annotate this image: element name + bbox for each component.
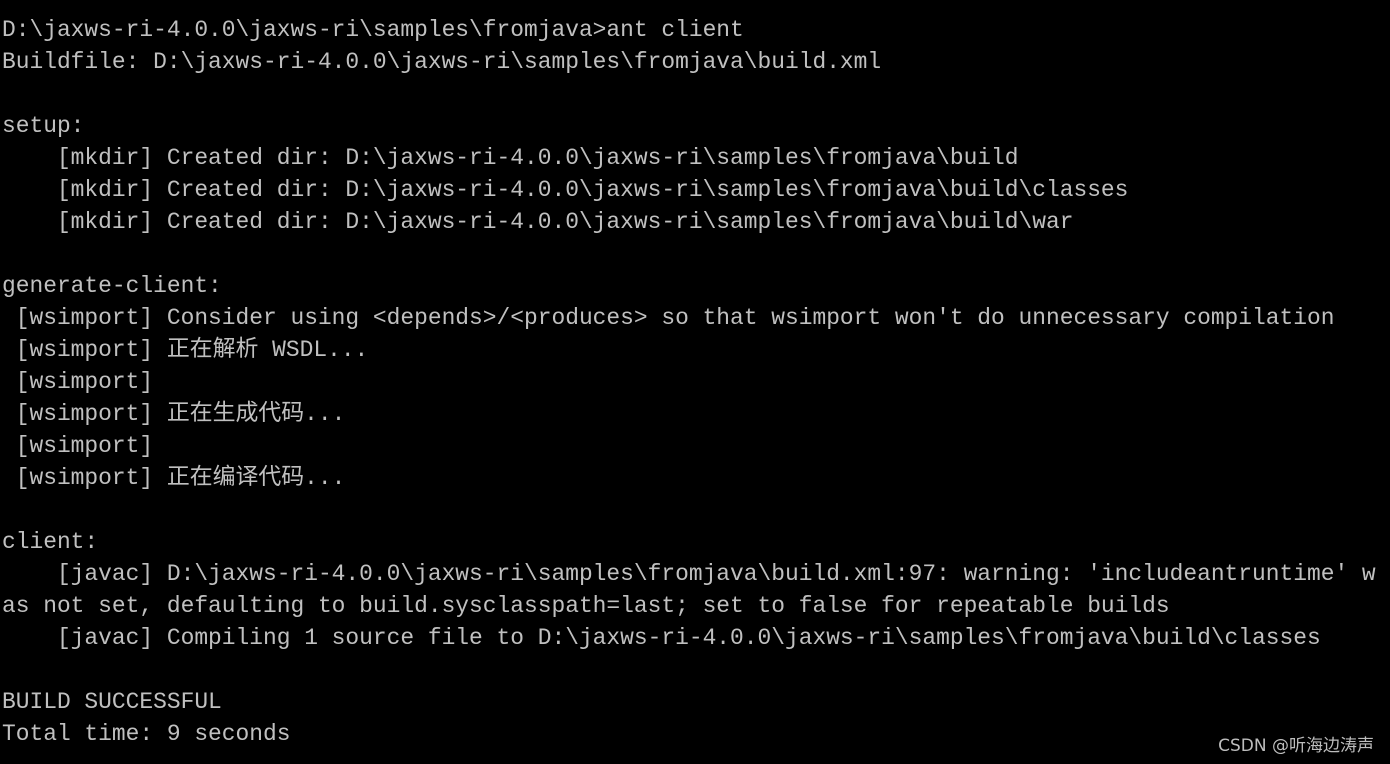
console-line: generate-client:: [2, 273, 222, 299]
console-line: Total time: 9 seconds: [2, 721, 291, 747]
console-line: [wsimport]: [2, 433, 154, 459]
console-line: setup:: [2, 113, 85, 139]
console-line: D:\jaxws-ri-4.0.0\jaxws-ri\samples\fromj…: [2, 17, 744, 43]
console-line: as not set, defaulting to build.sysclass…: [2, 593, 1170, 619]
console-line: [mkdir] Created dir: D:\jaxws-ri-4.0.0\j…: [2, 209, 1074, 235]
console-line: [mkdir] Created dir: D:\jaxws-ri-4.0.0\j…: [2, 177, 1129, 203]
console-output: D:\jaxws-ri-4.0.0\jaxws-ri\samples\fromj…: [2, 14, 1390, 750]
console-line: [wsimport]: [2, 369, 154, 395]
console-line: client:: [2, 529, 99, 555]
console-line: [mkdir] Created dir: D:\jaxws-ri-4.0.0\j…: [2, 145, 1019, 171]
console-line: Buildfile: D:\jaxws-ri-4.0.0\jaxws-ri\sa…: [2, 49, 882, 75]
console-line: [wsimport] Consider using <depends>/<pro…: [2, 305, 1335, 331]
console-line: [wsimport] 正在生成代码...: [2, 401, 346, 427]
console-line: [wsimport] 正在解析 WSDL...: [2, 337, 369, 363]
console-line: [wsimport] 正在编译代码...: [2, 465, 346, 491]
console-line: [javac] D:\jaxws-ri-4.0.0\jaxws-ri\sampl…: [2, 561, 1376, 587]
watermark: CSDN @听海边涛声: [1218, 736, 1374, 756]
console-line: [javac] Compiling 1 source file to D:\ja…: [2, 625, 1321, 651]
console-line: BUILD SUCCESSFUL: [2, 689, 222, 715]
